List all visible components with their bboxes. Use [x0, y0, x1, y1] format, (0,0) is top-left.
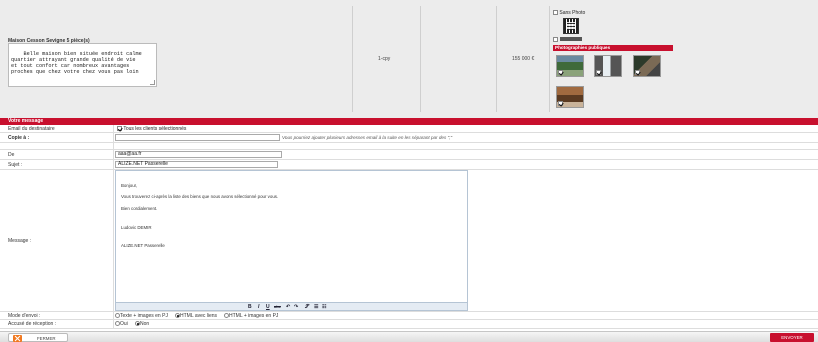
mode-option-texte[interactable]: Texte + images en PJ — [115, 313, 168, 319]
column-divider — [549, 6, 550, 112]
property-row: Maison Cesson Sevigne 5 pièce(s) Belle m… — [0, 0, 818, 119]
editor-toolbar: B I U abc ↶ ↷ 𝒮 ☰ ☷ — [116, 302, 467, 310]
mode-row: Mode d'envoi : Texte + images en PJ HTML… — [0, 312, 818, 320]
mode-option-label: HTML + images en PJ — [229, 313, 279, 319]
photo-thumbnail[interactable] — [633, 55, 661, 77]
resize-grip-icon[interactable] — [150, 80, 155, 85]
bullet-list-icon[interactable]: ☰ — [314, 304, 318, 310]
de-row: De aaa@aa.fr — [0, 150, 818, 160]
accuse-option-oui[interactable]: Oui — [115, 321, 128, 327]
photo-thumbnail[interactable] — [556, 86, 584, 108]
message-line: Vous trouverez ci-après la liste des bie… — [121, 194, 279, 199]
mode-option-label: HTML avec liens — [180, 313, 218, 319]
signature-company: ALIZE.NET Passerelle — [121, 243, 165, 248]
footer-bar: FERMER ENVOYER — [0, 331, 818, 342]
sans-photo-checkbox[interactable] — [553, 10, 558, 16]
column-divider — [420, 6, 421, 112]
fermer-button[interactable]: FERMER — [8, 333, 68, 342]
mode-option-html-liens[interactable]: HTML avec liens — [175, 313, 217, 319]
signature-name: Ludovic DEMIR — [121, 225, 152, 230]
bold-icon[interactable]: B — [248, 304, 252, 310]
label-column — [0, 143, 114, 149]
remove-format-icon[interactable]: 𝒮 — [305, 304, 309, 310]
qr-caption-bar — [560, 37, 582, 41]
photo-checkbox[interactable] — [635, 70, 640, 75]
close-icon — [13, 335, 22, 342]
mode-option-html-images[interactable]: HTML + images en PJ — [224, 313, 278, 319]
accuse-row: Accusé de réception : Oui Non — [0, 320, 818, 329]
italic-icon[interactable]: I — [258, 304, 259, 310]
column-divider — [352, 6, 353, 112]
sujet-value: ALIZE.NET Passerelle — [118, 161, 168, 167]
sujet-row: Sujet : ALIZE.NET Passerelle — [0, 160, 818, 170]
label-column — [0, 150, 114, 159]
mode-option-label: Texte + images en PJ — [120, 313, 168, 319]
qr-code-icon — [563, 18, 579, 34]
strikethrough-icon[interactable]: abc — [274, 304, 281, 309]
copie-hint: Vous pourriez ajouter plusieurs adresses… — [282, 135, 453, 140]
qr-checkbox[interactable] — [553, 37, 558, 42]
photos-header: Photographies publiques — [553, 45, 673, 51]
photo-checkbox[interactable] — [558, 101, 563, 106]
accuse-option-label: Non — [140, 321, 150, 327]
underline-icon[interactable]: U — [266, 304, 270, 310]
message-label: Message : — [8, 238, 32, 244]
property-description-textarea[interactable]: Belle maison bien située endroit calme q… — [8, 43, 157, 87]
message-editor[interactable]: Bonjour, Vous trouverez ci-après la list… — [115, 170, 468, 311]
property-price: 155 000 € — [512, 56, 535, 62]
copie-label: Copie à : — [8, 135, 30, 141]
photo-checkbox[interactable] — [558, 70, 563, 75]
de-input[interactable]: aaa@aa.fr — [115, 151, 282, 158]
sujet-label: Sujet : — [8, 162, 23, 168]
email-dest-label: Email du destinataire — [8, 126, 55, 132]
undo-icon[interactable]: ↶ — [286, 304, 290, 310]
email-dest-option[interactable]: Tous les clients sélectionnés — [117, 126, 186, 132]
redo-icon[interactable]: ↷ — [294, 304, 298, 310]
numbered-list-icon[interactable]: ☷ — [322, 304, 326, 310]
message-line: Bien cordialement. — [121, 206, 158, 211]
accuse-option-label: Oui — [120, 321, 128, 327]
accuse-option-non[interactable]: Non — [135, 321, 149, 327]
photo-checkbox[interactable] — [596, 70, 601, 75]
de-value: aaa@aa.fr — [118, 151, 142, 157]
envoyer-button[interactable]: ENVOYER — [770, 333, 814, 342]
all-clients-label: Tous les clients sélectionnés — [123, 126, 187, 132]
photo-thumbnail[interactable] — [594, 55, 622, 77]
mode-label: Mode d'envoi : — [8, 313, 41, 319]
message-greeting: Bonjour, — [121, 183, 138, 188]
accuse-label: Accusé de réception : — [8, 321, 57, 327]
fermer-label: FERMER — [37, 336, 56, 341]
sujet-input[interactable]: ALIZE.NET Passerelle — [115, 161, 278, 168]
copie-input[interactable] — [115, 134, 280, 141]
de-label: De — [8, 152, 15, 158]
column-divider — [496, 6, 497, 112]
property-description-text: Belle maison bien située endroit calme q… — [11, 51, 142, 76]
section-header: Votre message — [0, 118, 818, 125]
all-clients-checkbox[interactable] — [117, 126, 122, 132]
email-dest-row: Email du destinataire Tous les clients s… — [0, 125, 818, 133]
property-type: 1-cpy — [378, 56, 391, 62]
spacer-row — [0, 143, 818, 150]
copie-row: Copie à : Vous pourriez ajouter plusieur… — [0, 133, 818, 143]
sans-photo-label: Sans Photo — [559, 10, 586, 16]
sans-photo-option[interactable]: Sans Photo — [553, 10, 585, 16]
photo-thumbnail[interactable] — [556, 55, 584, 77]
